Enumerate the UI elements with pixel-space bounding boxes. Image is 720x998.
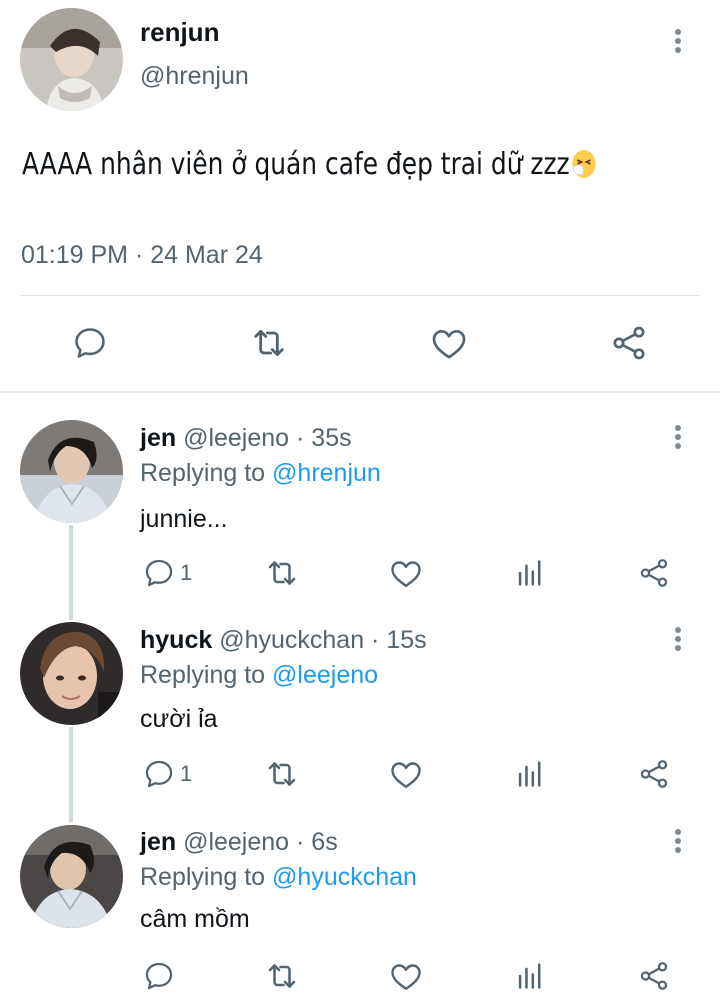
replying-to-link[interactable]: @hyuckchan <box>272 863 417 891</box>
thread-line <box>69 727 73 822</box>
reply-count: 1 <box>180 560 193 585</box>
comment-icon[interactable] <box>70 323 110 363</box>
replying-prefix: Replying to <box>140 863 273 891</box>
retweet-icon[interactable] <box>262 553 302 593</box>
more-icon[interactable] <box>672 29 684 59</box>
reply-header: jen @leejeno · 35s <box>140 424 352 453</box>
replying-prefix: Replying to <box>140 661 273 689</box>
comment-icon <box>142 556 176 590</box>
share-icon[interactable] <box>634 956 674 996</box>
reply-text: câm mồm <box>140 905 250 933</box>
replying-to: Replying to @hrenjun <box>140 459 381 488</box>
reply-button[interactable]: 1 <box>142 757 192 791</box>
author-name[interactable]: renjun <box>140 17 219 48</box>
replying-to: Replying to @leejeno <box>140 661 378 690</box>
reply-author-name[interactable]: hyuck <box>140 626 212 654</box>
reply-author-name[interactable]: jen <box>140 424 176 452</box>
reply-meta: @leejeno · 35s <box>176 424 352 452</box>
comment-icon <box>142 959 176 993</box>
retweet-icon[interactable] <box>262 754 302 794</box>
like-icon[interactable] <box>386 754 426 794</box>
retweet-icon[interactable] <box>262 956 302 996</box>
share-icon[interactable] <box>634 553 674 593</box>
reply-meta: @leejeno · 6s <box>176 828 338 856</box>
share-icon[interactable] <box>609 323 649 363</box>
reply-author-name[interactable]: jen <box>140 828 176 856</box>
divider <box>20 295 700 296</box>
comment-icon <box>142 757 176 791</box>
retweet-icon[interactable] <box>249 323 289 363</box>
reply-text: junnie... <box>140 505 228 533</box>
like-icon[interactable] <box>386 956 426 996</box>
avatar-jen[interactable] <box>20 420 123 523</box>
reply-button[interactable]: 1 <box>142 556 192 590</box>
more-icon[interactable] <box>672 829 684 859</box>
views-icon[interactable] <box>510 754 550 794</box>
like-icon[interactable] <box>386 553 426 593</box>
tweet-timestamp: 01:19 PM · 24 Mar 24 <box>21 241 263 269</box>
reply-button[interactable] <box>142 959 180 993</box>
avatar-jen[interactable] <box>20 825 123 928</box>
replying-to-link[interactable]: @hrenjun <box>272 459 381 487</box>
share-icon[interactable] <box>634 754 674 794</box>
more-icon[interactable] <box>672 627 684 657</box>
replying-to: Replying to @hyuckchan <box>140 863 417 892</box>
avatar-renjun[interactable] <box>20 8 123 111</box>
more-icon[interactable] <box>672 425 684 455</box>
reply-count: 1 <box>180 761 193 786</box>
replying-prefix: Replying to <box>140 459 273 487</box>
reply-header: jen @leejeno · 6s <box>140 828 338 857</box>
reply-meta: @hyuckchan · 15s <box>212 626 427 654</box>
tweet-text: AAAA nhân viên ở quán cafe đẹp trai dữ z… <box>22 147 596 182</box>
views-icon[interactable] <box>510 956 550 996</box>
replying-to-link[interactable]: @leejeno <box>272 661 378 689</box>
reply-header: hyuck @hyuckchan · 15s <box>140 626 427 655</box>
views-icon[interactable] <box>510 553 550 593</box>
thread-line <box>69 525 73 620</box>
avatar-hyuck[interactable] <box>20 622 123 725</box>
reply-text: cười ỉa <box>140 705 218 733</box>
sneezing-face-emoji-icon <box>571 149 596 179</box>
section-divider <box>0 391 720 393</box>
author-handle[interactable]: @hrenjun <box>140 62 249 91</box>
tweet-text-content: AAAA nhân viên ở quán cafe đẹp trai dữ z… <box>22 147 570 182</box>
like-icon[interactable] <box>429 323 469 363</box>
